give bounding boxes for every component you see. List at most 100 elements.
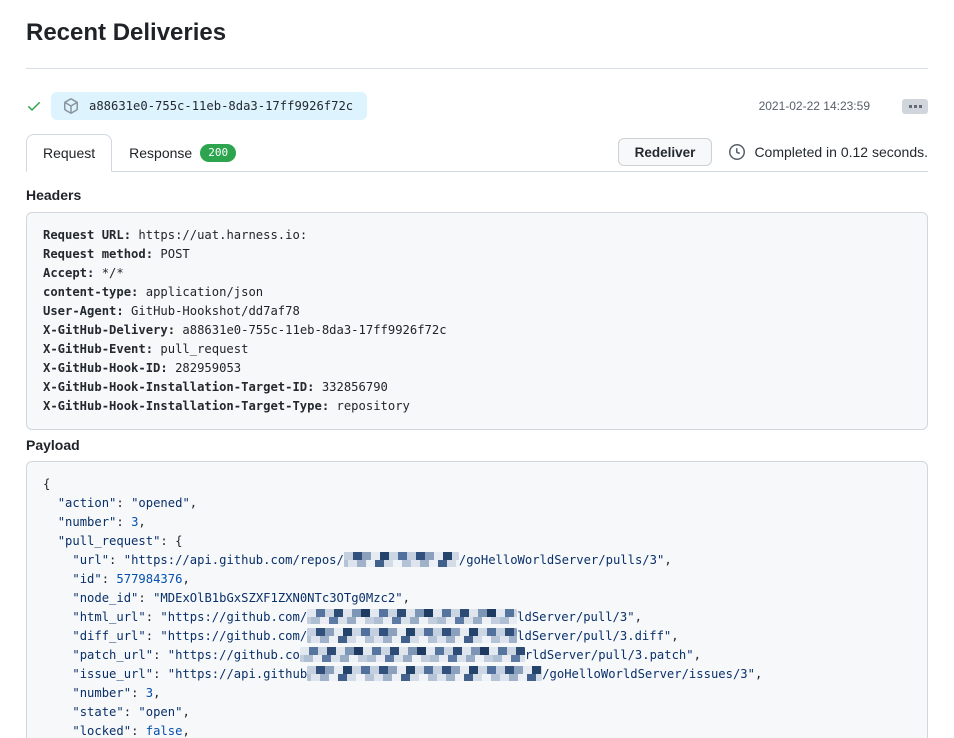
code-token: ,: [138, 515, 145, 529]
code-token: [43, 591, 72, 605]
code-token: ,: [182, 724, 189, 738]
payload-line: "issue_url": "https://api.github/goHello…: [43, 665, 911, 684]
code-token: [43, 515, 58, 529]
code-token: [43, 705, 72, 719]
code-token: [43, 629, 72, 643]
header-line: X-GitHub-Event: pull_request: [43, 340, 911, 359]
payload-line: "patch_url": "https://github.corldServer…: [43, 646, 911, 665]
code-token: [43, 686, 72, 700]
headers-section-label: Headers: [26, 187, 928, 203]
payload-line: {: [43, 475, 911, 494]
code-token: :: [109, 553, 124, 567]
header-line: X-GitHub-Delivery: a88631e0-755c-11eb-8d…: [43, 321, 911, 340]
code-token: [43, 610, 72, 624]
delivery-guid: a88631e0-755c-11eb-8da3-17ff9926f72c: [89, 99, 353, 113]
code-token: "number": [72, 686, 131, 700]
payload-line: "diff_url": "https://github.com/ldServer…: [43, 627, 911, 646]
code-token: [43, 667, 72, 681]
tab-request[interactable]: Request: [26, 134, 112, 172]
code-token: :: [153, 667, 168, 681]
code-token: :: [146, 629, 161, 643]
delivery-guid-button[interactable]: a88631e0-755c-11eb-8da3-17ff9926f72c: [51, 92, 367, 120]
clock-icon: [729, 144, 745, 160]
code-token: :: [116, 496, 131, 510]
code-token: ,: [755, 667, 762, 681]
code-token: : {: [160, 534, 182, 548]
code-token: [43, 496, 58, 510]
code-token: :: [131, 686, 146, 700]
tab-request-label: Request: [43, 143, 95, 163]
code-token: "https://github.com/: [160, 610, 307, 624]
status-badge: 200: [200, 144, 236, 162]
page-title: Recent Deliveries: [26, 18, 928, 48]
redacted-text: [344, 552, 459, 567]
delivery-tab-bar: Request Response 200 Redeliver Completed…: [26, 135, 928, 172]
payload-line: "pull_request": {: [43, 532, 911, 551]
code-token: "https://api.github: [168, 667, 307, 681]
check-icon: [26, 98, 42, 114]
payload-line: "id": 577984376,: [43, 570, 911, 589]
package-icon: [63, 98, 79, 114]
redacted-text: [300, 647, 525, 662]
delivery-timestamp: 2021-02-22 14:23:59: [759, 99, 870, 113]
code-token: {: [43, 477, 50, 491]
code-token: ,: [671, 629, 678, 643]
payload-section-label: Payload: [26, 437, 928, 453]
code-token: ,: [694, 648, 701, 662]
code-token: [43, 553, 72, 567]
title-divider: [26, 68, 928, 69]
code-token: :: [102, 572, 117, 586]
code-token: /goHelloWorldServer/issues/3": [542, 667, 755, 681]
code-token: ,: [153, 686, 160, 700]
code-token: ldServer/pull/3": [517, 610, 634, 624]
code-token: "locked": [72, 724, 131, 738]
kebab-icon[interactable]: [902, 99, 928, 114]
payload-line: "locked": false,: [43, 722, 911, 738]
code-token: "id": [72, 572, 101, 586]
payload-line: "number": 3,: [43, 513, 911, 532]
payload-line: "number": 3,: [43, 684, 911, 703]
header-line: Accept: */*: [43, 264, 911, 283]
tab-response-label: Response: [129, 143, 192, 163]
tab-response[interactable]: Response 200: [112, 134, 253, 172]
code-token: ,: [182, 705, 189, 719]
delivery-row: a88631e0-755c-11eb-8da3-17ff9926f72c 202…: [26, 92, 928, 120]
code-token: "opened": [131, 496, 190, 510]
code-token: "issue_url": [72, 667, 153, 681]
header-line: Request URL: https://uat.harness.io:: [43, 226, 911, 245]
code-token: [43, 534, 58, 548]
code-token: [43, 724, 72, 738]
code-token: 577984376: [116, 572, 182, 586]
code-token: "https://api.github.com/repos/: [124, 553, 344, 567]
payload-line: "node_id": "MDExOlB1bGxSZXF1ZXN0NTc3OTg0…: [43, 589, 911, 608]
code-token: /goHelloWorldServer/pulls/3": [459, 553, 664, 567]
header-line: User-Agent: GitHub-Hookshot/dd7af78: [43, 302, 911, 321]
payload-code: { "action": "opened", "number": 3, "pull…: [26, 461, 928, 738]
code-token: :: [124, 705, 139, 719]
code-token: false: [146, 724, 183, 738]
code-token: "diff_url": [72, 629, 145, 643]
code-token: ,: [664, 553, 671, 567]
code-token: "https://github.co: [168, 648, 300, 662]
redacted-text: [307, 666, 542, 681]
tabnav: Request Response 200: [26, 134, 253, 171]
header-line: Request method: POST: [43, 245, 911, 264]
payload-line: "state": "open",: [43, 703, 911, 722]
code-token: :: [146, 610, 161, 624]
code-token: "https://github.com/: [160, 629, 307, 643]
payload-line: "action": "opened",: [43, 494, 911, 513]
redeliver-button[interactable]: Redeliver: [618, 138, 713, 166]
code-token: :: [131, 724, 146, 738]
redacted-text: [307, 609, 517, 624]
code-token: "pull_request": [58, 534, 161, 548]
payload-line: "url": "https://api.github.com/repos//go…: [43, 551, 911, 570]
code-token: :: [116, 515, 131, 529]
code-token: "number": [58, 515, 117, 529]
code-token: [43, 648, 72, 662]
code-token: [43, 572, 72, 586]
header-line: X-GitHub-Hook-ID: 282959053: [43, 359, 911, 378]
code-token: "open": [138, 705, 182, 719]
redacted-text: [307, 628, 517, 643]
delivery-actions: Redeliver Completed in 0.12 seconds.: [618, 138, 928, 166]
recent-deliveries-page: Recent Deliveries a88631e0-755c-11eb-8da…: [0, 0, 954, 738]
